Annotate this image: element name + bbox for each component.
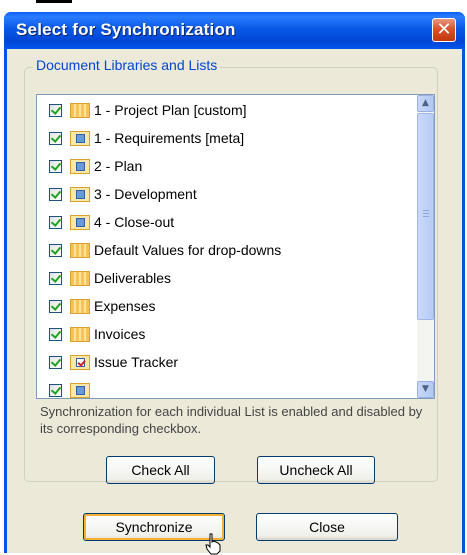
list-item[interactable]: 1 - Project Plan [custom] [49, 97, 247, 123]
list-item[interactable]: 1 - Requirements [meta] [49, 125, 244, 151]
list-item-label: Issue Tracker [94, 354, 179, 370]
library-icon [70, 158, 90, 174]
list-item[interactable]: Default Values for drop-downs [49, 237, 281, 263]
list-icon [70, 326, 90, 342]
checkbox[interactable] [49, 159, 62, 173]
library-list[interactable]: 1 - Project Plan [custom] 1 - Requiremen… [36, 94, 435, 399]
library-icon [70, 214, 90, 230]
list-item-label: Deliverables [94, 270, 172, 286]
checkbox[interactable] [49, 271, 62, 285]
list-item[interactable]: 3 - Development [49, 181, 197, 207]
library-icon [70, 186, 90, 202]
list-item-label: 1 - Requirements [meta] [94, 130, 245, 146]
checkbox[interactable] [49, 187, 62, 201]
list-item-label: 1 - Project Plan [custom] [94, 102, 247, 118]
checkbox[interactable] [49, 327, 62, 341]
checkbox[interactable] [49, 131, 62, 145]
library-icon [70, 382, 90, 398]
uncheck-all-button[interactable]: Uncheck All [257, 456, 375, 484]
list-item-label: 4 - Close-out [94, 214, 175, 230]
scroll-up-icon[interactable]: ▲ [417, 95, 434, 112]
list-icon [70, 298, 90, 314]
list-icon [70, 242, 90, 258]
close-icon[interactable]: ✕ [432, 18, 456, 42]
grip-icon [423, 210, 429, 219]
dialog-title: Select for Synchronization [16, 20, 236, 39]
list-item[interactable]: Issue Tracker [49, 349, 178, 375]
checkbox[interactable] [49, 299, 62, 313]
list-item-label: 3 - Development [94, 186, 197, 202]
list-item-label: Expenses [94, 298, 156, 314]
list-icon [70, 102, 90, 118]
list-item-label: Invoices [94, 326, 146, 342]
list-item[interactable]: Expenses [49, 293, 155, 319]
list-item[interactable]: 4 - Close-out [49, 209, 174, 235]
library-icon [70, 130, 90, 146]
list-item[interactable]: 2 - Plan [49, 153, 142, 179]
background-underline [36, 0, 72, 3]
hand-cursor-icon [205, 533, 221, 555]
checkbox[interactable] [49, 215, 62, 229]
scroll-thumb[interactable] [417, 113, 434, 320]
synchronize-button[interactable]: Synchronize [83, 513, 225, 541]
check-all-button[interactable]: Check All [106, 456, 215, 484]
list-item-label: 2 - Plan [94, 158, 143, 174]
info-text: Synchronization for each individual List… [40, 404, 423, 436]
list-item-label: Default Values for drop-downs [94, 242, 282, 258]
scroll-down-icon[interactable]: ▼ [417, 381, 434, 398]
list-item[interactable]: Deliverables [49, 265, 171, 291]
checkbox[interactable] [49, 355, 62, 369]
close-button[interactable]: Close [256, 513, 398, 541]
checkbox[interactable] [49, 383, 62, 397]
issue-icon [70, 354, 90, 370]
checkbox[interactable] [49, 103, 62, 117]
list-item-partial[interactable] [49, 377, 90, 398]
checkbox[interactable] [49, 243, 62, 257]
list-icon [70, 270, 90, 286]
title-bar[interactable]: Select for Synchronization ✕ [4, 12, 465, 49]
scrollbar[interactable]: ▲ ▼ [417, 95, 434, 398]
group-label: Document Libraries and Lists [33, 57, 221, 73]
list-item[interactable]: Invoices [49, 321, 145, 347]
